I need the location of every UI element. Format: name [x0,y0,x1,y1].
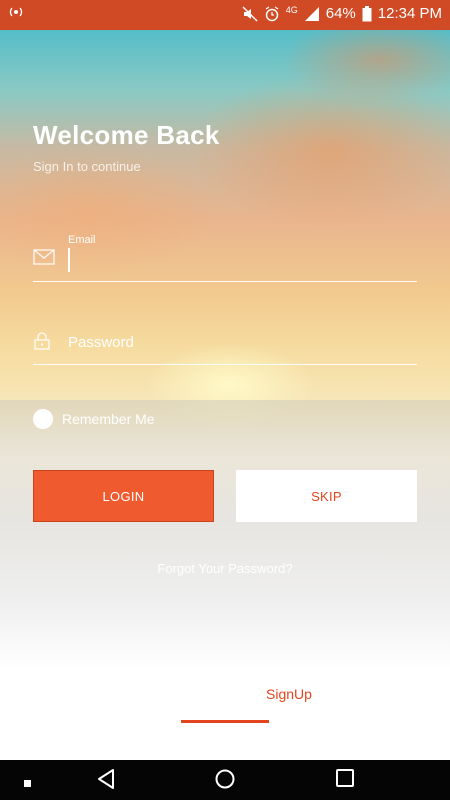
mute-icon [242,6,258,22]
alarm-icon [264,6,280,22]
lock-icon [33,332,51,355]
remember-me-label: Remember Me [62,411,155,427]
menu-dot-icon[interactable] [24,775,32,793]
wireless-icon [9,5,23,19]
battery-icon [362,6,372,22]
remember-me-radio[interactable] [33,409,53,429]
login-screen: 4G 64% 12:34 PM Welcome Back Sign In to … [0,0,450,800]
skip-button[interactable]: SKIP [236,470,417,522]
tab-signup[interactable]: SignUp [266,686,312,702]
page-title: Welcome Back [33,120,220,150]
network-4g-icon: 4G [285,5,298,15]
email-label: Email [68,234,96,246]
envelope-icon [33,249,55,270]
clock: 12:34 PM [377,5,442,22]
password-field[interactable] [33,320,417,365]
remember-me-row[interactable]: Remember Me [33,409,155,429]
system-nav-bar [0,760,450,800]
home-icon[interactable] [214,768,236,795]
email-input[interactable] [68,248,418,272]
forgot-password-link[interactable]: Forgot Your Password? [0,561,450,576]
battery-percent: 64% [325,5,356,22]
login-button[interactable]: LOGIN [33,470,214,522]
page-subtitle: Sign In to continue [33,159,141,174]
email-field[interactable]: Email [33,232,418,282]
password-input[interactable] [68,328,408,356]
recents-icon[interactable] [335,768,355,793]
back-icon[interactable] [96,768,116,795]
signal-icon [304,6,320,22]
tab-indicator [181,720,269,723]
sunset-background [0,0,450,760]
status-bar: 4G 64% 12:34 PM [0,0,450,30]
